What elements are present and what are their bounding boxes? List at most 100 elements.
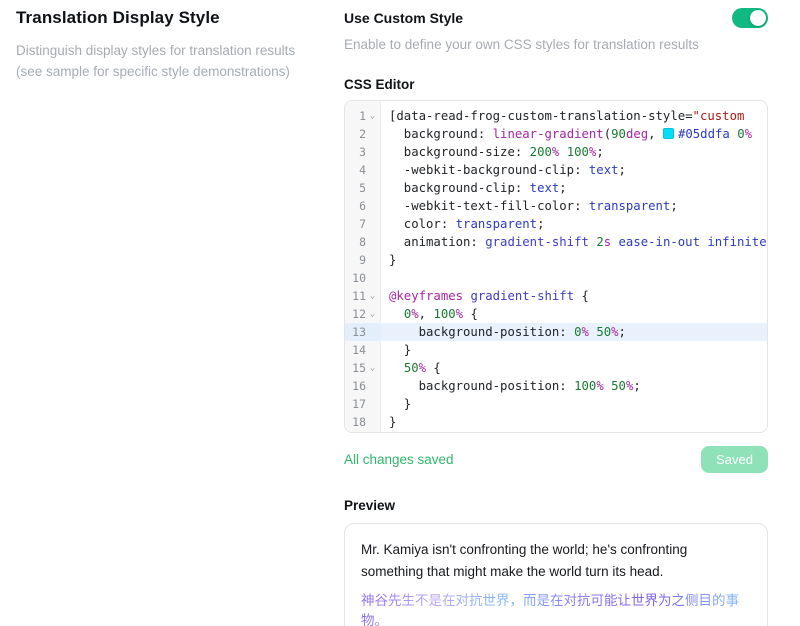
use-custom-style-row: Use Custom Style (344, 8, 768, 28)
code-line[interactable]: 2 background: linear-gradient(90deg, #05… (345, 125, 767, 143)
code-line[interactable]: 10 (345, 269, 767, 287)
token-plain: background-position: (389, 379, 574, 393)
code-line[interactable]: 13 background-position: 0% 50%; (345, 323, 767, 341)
token-plain: -webkit-background-clip: (389, 163, 589, 177)
token-plain (559, 145, 566, 159)
code-line[interactable]: 4 -webkit-background-clip: text; (345, 161, 767, 179)
fold-chevron-icon[interactable]: ⌄ (366, 107, 379, 125)
saved-button[interactable]: Saved (701, 446, 768, 473)
code-text: } (381, 395, 767, 413)
line-number: 1 (345, 107, 366, 125)
code-line[interactable]: 11⌄@keyframes gradient-shift { (345, 287, 767, 305)
custom-style-toggle[interactable] (732, 8, 768, 28)
token-plain: ; (537, 217, 544, 231)
fold-chevron-icon[interactable]: ⌄ (366, 305, 379, 323)
line-gutter: 9 (345, 251, 381, 269)
token-plain: animation: (389, 235, 485, 249)
line-number: 16 (345, 377, 366, 395)
code-line[interactable]: 5 background-clip: text; (345, 179, 767, 197)
line-gutter: 17 (345, 395, 381, 413)
token-plain (389, 307, 404, 321)
code-line[interactable]: 9} (345, 251, 767, 269)
token-plain (389, 361, 404, 375)
token-plain: background-size: (389, 145, 530, 159)
token-name: gradient-shift (470, 289, 574, 303)
toggle-knob (750, 10, 766, 26)
token-unit: % (456, 307, 463, 321)
token-num: 2 (596, 235, 603, 249)
code-text: -webkit-background-clip: text; (381, 161, 767, 179)
css-code-editor[interactable]: 1⌄[data-read-frog-custom-translation-sty… (344, 100, 768, 433)
token-num: 200 (530, 145, 552, 159)
token-num: 50 (404, 361, 419, 375)
code-line[interactable]: 15⌄ 50% { (345, 359, 767, 377)
setting-controls-column: Use Custom Style Enable to define your o… (344, 8, 768, 626)
preview-source-text: Mr. Kamiya isn't confronting the world; … (361, 539, 751, 582)
token-unit: % (611, 325, 618, 339)
token-num: 0 (737, 127, 744, 141)
line-gutter: 1⌄ (345, 107, 381, 125)
code-line[interactable]: 6 -webkit-text-fill-color: transparent; (345, 197, 767, 215)
code-text: animation: gradient-shift 2s ease-in-out… (381, 233, 767, 251)
token-plain: } (389, 343, 411, 357)
token-plain: , (419, 307, 434, 321)
token-num: 50 (596, 325, 611, 339)
code-text: } (381, 251, 767, 269)
line-number: 9 (345, 251, 366, 269)
line-gutter: 2 (345, 125, 381, 143)
line-gutter: 5 (345, 179, 381, 197)
token-plain: -webkit-text-fill-color: (389, 199, 589, 213)
token-string: "custom (693, 109, 745, 123)
line-number: 18 (345, 413, 366, 431)
token-num: 100 (567, 145, 589, 159)
line-number: 15 (345, 359, 366, 377)
color-swatch[interactable] (663, 128, 674, 139)
code-line[interactable]: 7 color: transparent; (345, 215, 767, 233)
token-plain: } (389, 397, 411, 411)
line-gutter: 10 (345, 269, 381, 287)
token-plain: color: (389, 217, 456, 231)
line-number: 13 (345, 323, 366, 341)
code-line[interactable]: 16 background-position: 100% 50%; (345, 377, 767, 395)
code-text: background-size: 200% 100%; (381, 143, 767, 161)
code-line[interactable]: 3 background-size: 200% 100%; (345, 143, 767, 161)
token-num: 100 (433, 307, 455, 321)
line-gutter: 4 (345, 161, 381, 179)
token-unit: s (604, 235, 611, 249)
code-line[interactable]: 12⌄ 0%, 100% { (345, 305, 767, 323)
code-line[interactable]: 14 } (345, 341, 767, 359)
fold-chevron-icon[interactable]: ⌄ (366, 287, 379, 305)
code-text: color: transparent; (381, 215, 767, 233)
line-number: 17 (345, 395, 366, 413)
token-atom: transparent (589, 199, 670, 213)
line-gutter: 13 (345, 323, 381, 341)
fold-chevron-icon[interactable]: ⌄ (366, 359, 379, 377)
token-plain: ; (619, 325, 626, 339)
code-text: 0%, 100% { (381, 305, 767, 323)
page-description: Distinguish display styles for translati… (16, 41, 324, 83)
line-number: 6 (345, 197, 366, 215)
code-text: 50% { (381, 359, 767, 377)
token-atom: text (589, 163, 619, 177)
code-line[interactable]: 17 } (345, 395, 767, 413)
line-gutter: 16 (345, 377, 381, 395)
token-plain: ( (604, 127, 611, 141)
code-line[interactable]: 8 animation: gradient-shift 2s ease-in-o… (345, 233, 767, 251)
code-line[interactable]: 1⌄ [data-read-frog-custom-translation-sty… (345, 107, 767, 125)
line-gutter: 3 (345, 143, 381, 161)
token-fn: linear-gradient (493, 127, 604, 141)
token-plain: [data-read-frog-custom-translation-style… (389, 109, 693, 123)
token-plain: ; (559, 181, 566, 195)
line-gutter: 6 (345, 197, 381, 215)
token-plain: ; (633, 379, 640, 393)
line-gutter: 14 (345, 341, 381, 359)
token-unit: % (411, 307, 418, 321)
code-line[interactable]: 18} (345, 413, 767, 431)
code-text: background-position: 0% 50%; (381, 323, 767, 341)
line-gutter: 18 (345, 413, 381, 431)
preview-translated-text: 神谷先生不是在对抗世界，而是在对抗可能让世界为之侧目的事物。 (361, 591, 751, 626)
line-number: 7 (345, 215, 366, 233)
line-number: 14 (345, 341, 366, 359)
code-lines: 1⌄[data-read-frog-custom-translation-sty… (345, 101, 767, 431)
line-number: 4 (345, 161, 366, 179)
